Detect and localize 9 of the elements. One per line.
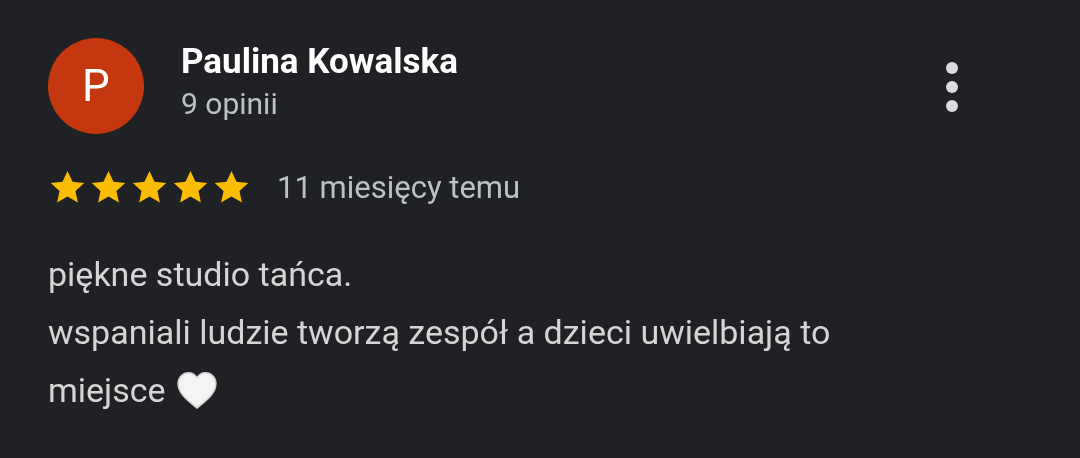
heart-icon	[175, 371, 218, 409]
review-count: 9 opinii	[181, 85, 279, 123]
avatar: P	[48, 38, 144, 134]
more-options-icon[interactable]	[944, 62, 960, 112]
author-name: Paulina Kowalska	[181, 40, 458, 84]
review-text: miejsce	[48, 369, 166, 412]
review-text: wspaniali ludzie tworzą zespół a dzieci uwielbiają to	[48, 311, 831, 354]
review-time: 11 miesięcy temu	[277, 169, 521, 206]
review-text: piękne studio tańca.	[48, 253, 353, 296]
